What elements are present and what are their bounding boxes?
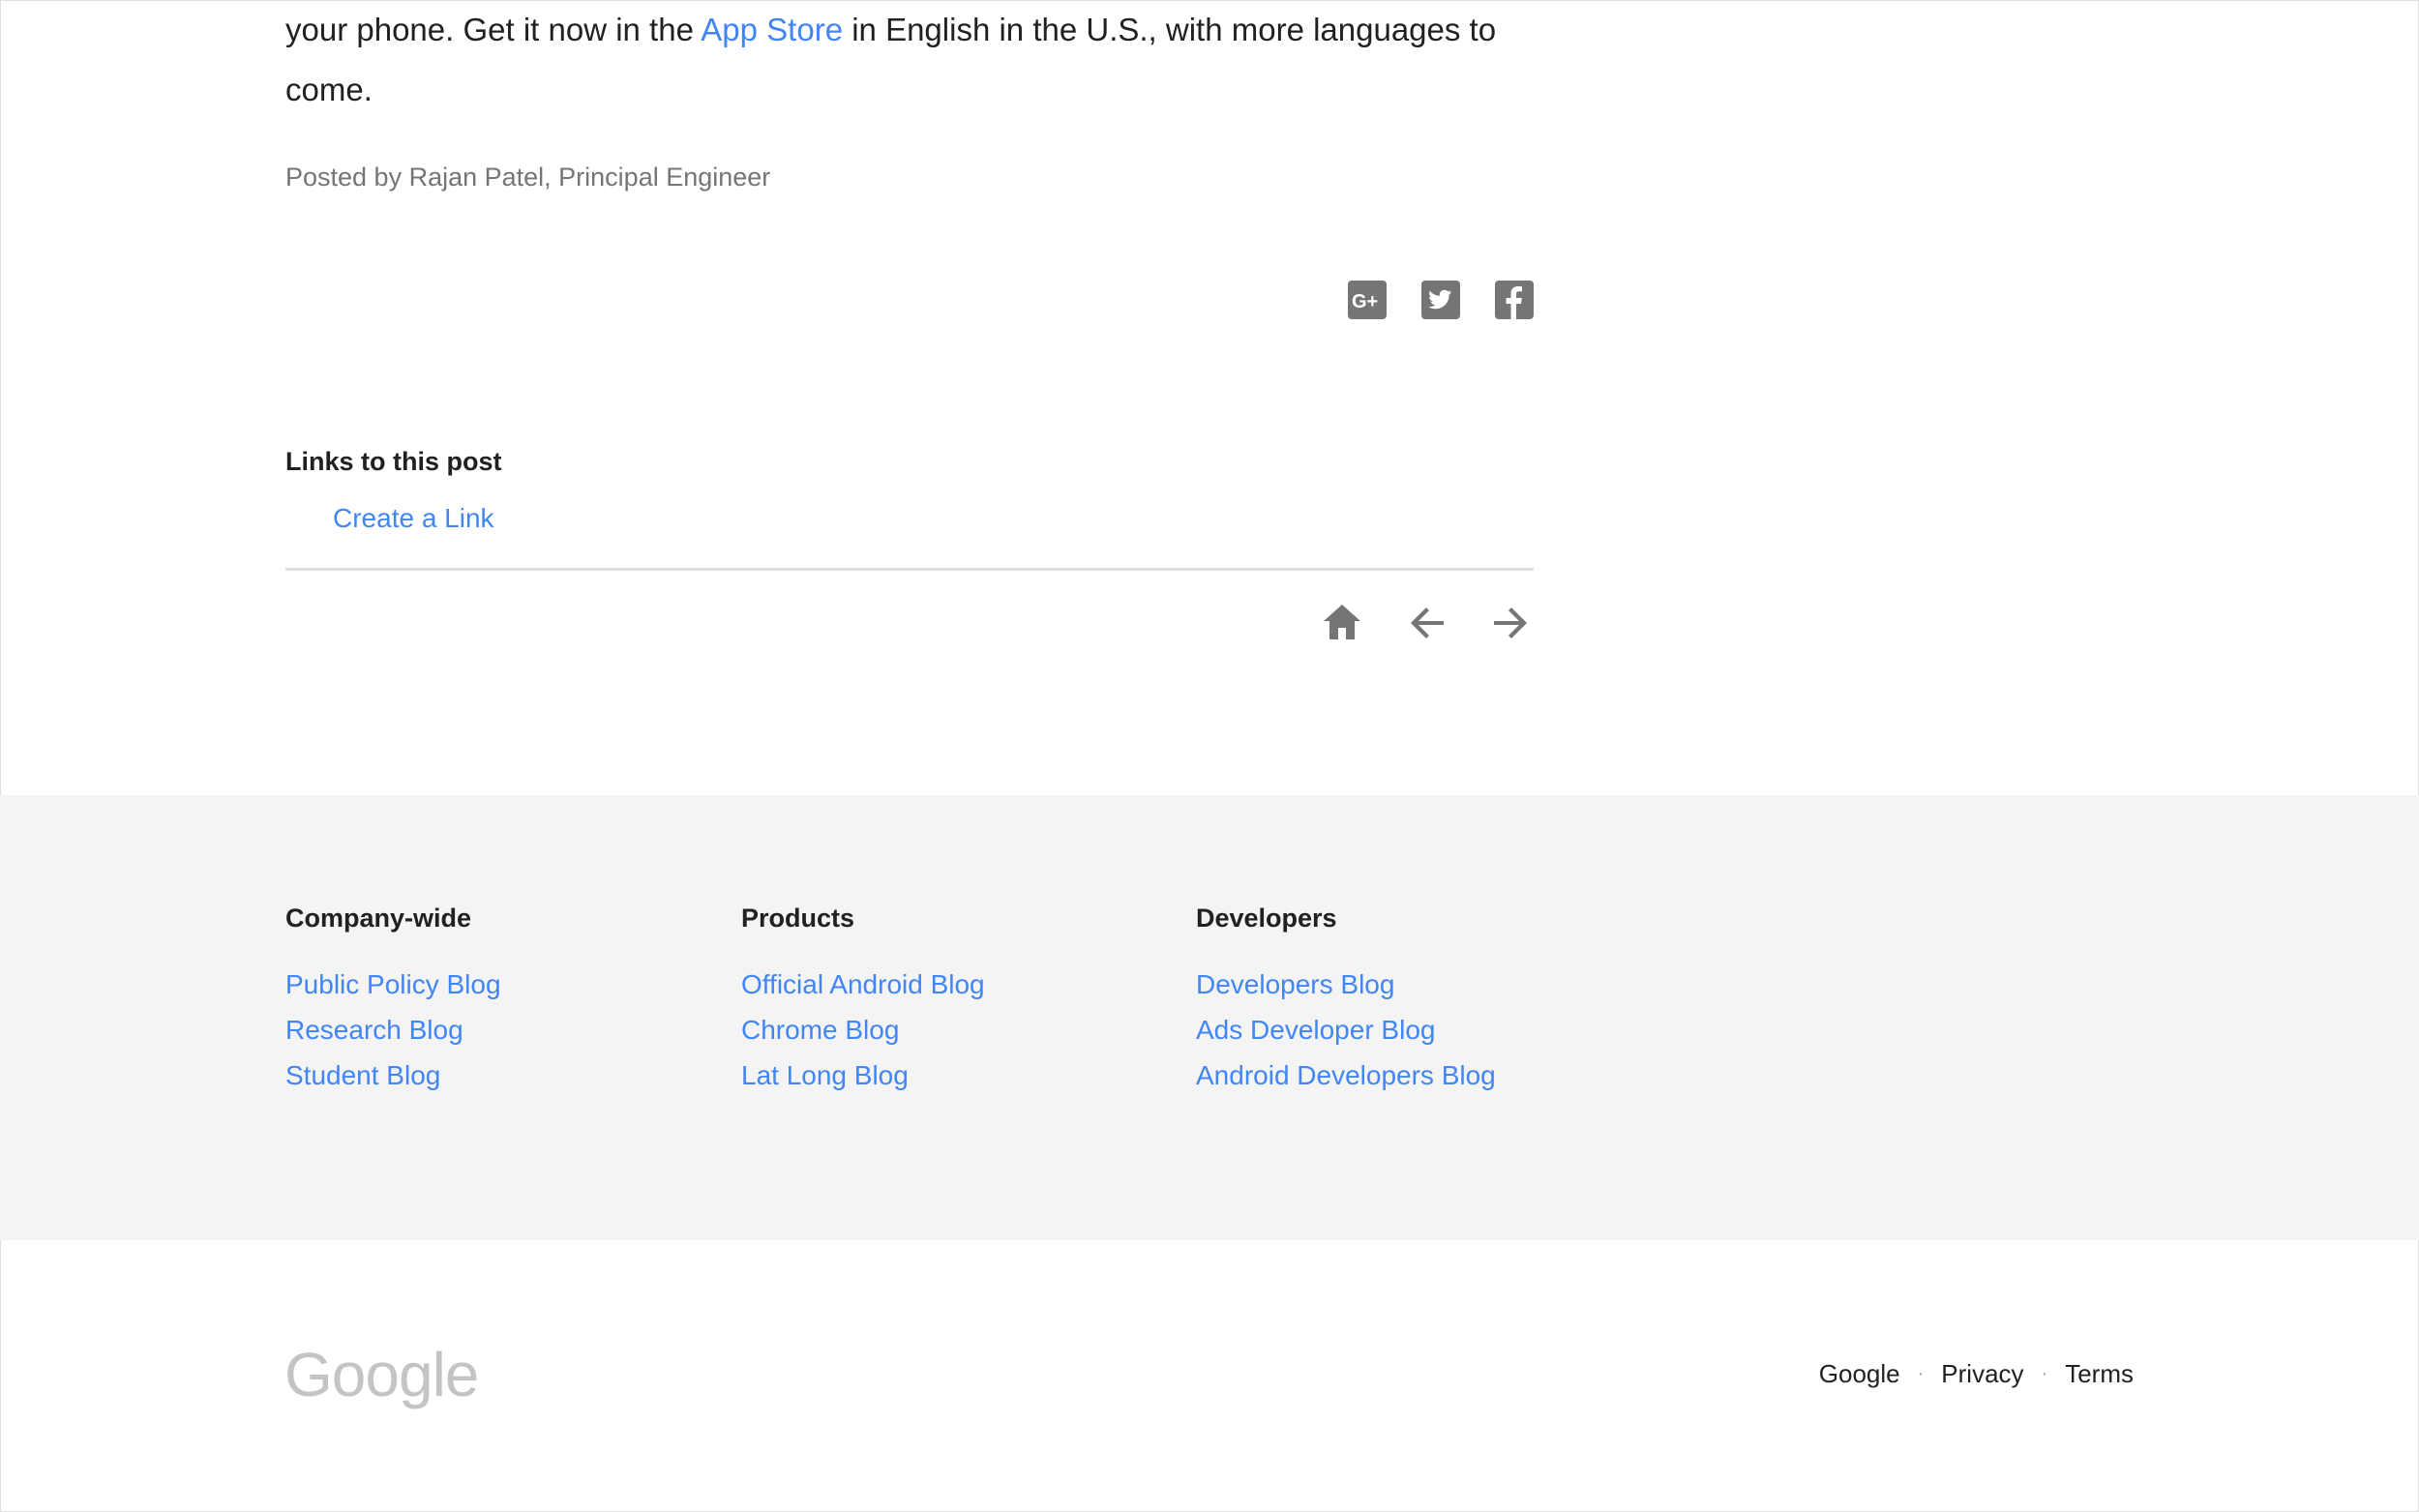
student-blog-link[interactable]: Student Blog <box>285 1060 440 1090</box>
official-android-blog-link[interactable]: Official Android Blog <box>741 969 985 999</box>
list-item: Android Developers Blog <box>1196 1060 1496 1106</box>
footer-links-section: Company-wide Public Policy Blog Research… <box>0 795 2419 1240</box>
article-text-line2: come. <box>285 72 373 107</box>
ads-developer-blog-link[interactable]: Ads Developer Blog <box>1196 1015 1435 1045</box>
footer-column-heading: Products <box>741 904 855 933</box>
terms-link[interactable]: Terms <box>2065 1359 2134 1389</box>
footer-link-list: Official Android Blog Chrome Blog Lat Lo… <box>741 969 985 1106</box>
links-to-post-heading: Links to this post <box>285 447 502 476</box>
list-item: Chrome Blog <box>741 1015 985 1060</box>
section-divider <box>285 568 1534 571</box>
footer-link-list: Public Policy Blog Research Blog Student… <box>285 969 501 1106</box>
article-text-before-link: your phone. Get it now in the <box>285 12 702 47</box>
arrow-left-icon[interactable] <box>1407 601 1449 645</box>
facebook-icon[interactable] <box>1495 281 1534 319</box>
list-item: Student Blog <box>285 1060 501 1106</box>
google-logo[interactable]: Google <box>284 1339 479 1410</box>
separator-dot: · <box>1917 1363 1925 1384</box>
create-link-button[interactable]: Create a Link <box>333 503 494 534</box>
list-item: Research Blog <box>285 1015 501 1060</box>
footer-column-heading: Company-wide <box>285 904 472 933</box>
chrome-blog-link[interactable]: Chrome Blog <box>741 1015 899 1045</box>
share-buttons: G+ <box>1340 281 1534 323</box>
list-item: Developers Blog <box>1196 969 1496 1015</box>
google-link[interactable]: Google <box>1819 1359 1900 1389</box>
page-frame <box>0 0 2419 1512</box>
article-body: your phone. Get it now in the App Store … <box>285 0 1534 120</box>
app-store-link[interactable]: App Store <box>701 12 843 47</box>
list-item: Official Android Blog <box>741 969 985 1015</box>
home-icon[interactable] <box>1321 601 1363 645</box>
lat-long-blog-link[interactable]: Lat Long Blog <box>741 1060 909 1090</box>
article-paragraph: your phone. Get it now in the App Store … <box>285 0 1534 120</box>
android-developers-blog-link[interactable]: Android Developers Blog <box>1196 1060 1496 1090</box>
article-text-after-link: in English in the U.S., with more langua… <box>843 12 1497 47</box>
post-byline: Posted by Rajan Patel, Principal Enginee… <box>285 163 771 192</box>
list-item: Ads Developer Blog <box>1196 1015 1496 1060</box>
svg-text:G+: G+ <box>1352 291 1378 312</box>
footer-link-list: Developers Blog Ads Developer Blog Andro… <box>1196 969 1496 1106</box>
developers-blog-link[interactable]: Developers Blog <box>1196 969 1394 999</box>
list-item: Public Policy Blog <box>285 969 501 1015</box>
twitter-icon[interactable] <box>1421 281 1460 319</box>
footer-column-heading: Developers <box>1196 904 1337 933</box>
list-item: Lat Long Blog <box>741 1060 985 1106</box>
research-blog-link[interactable]: Research Blog <box>285 1015 463 1045</box>
google-plus-icon[interactable]: G+ <box>1348 281 1387 319</box>
arrow-right-icon[interactable] <box>1490 601 1533 645</box>
privacy-link[interactable]: Privacy <box>1941 1359 2023 1389</box>
public-policy-blog-link[interactable]: Public Policy Blog <box>285 969 501 999</box>
bottom-links: Google · Privacy · Terms <box>1819 1359 2134 1389</box>
post-navigation <box>1321 601 1536 645</box>
separator-dot: · <box>2041 1363 2048 1384</box>
